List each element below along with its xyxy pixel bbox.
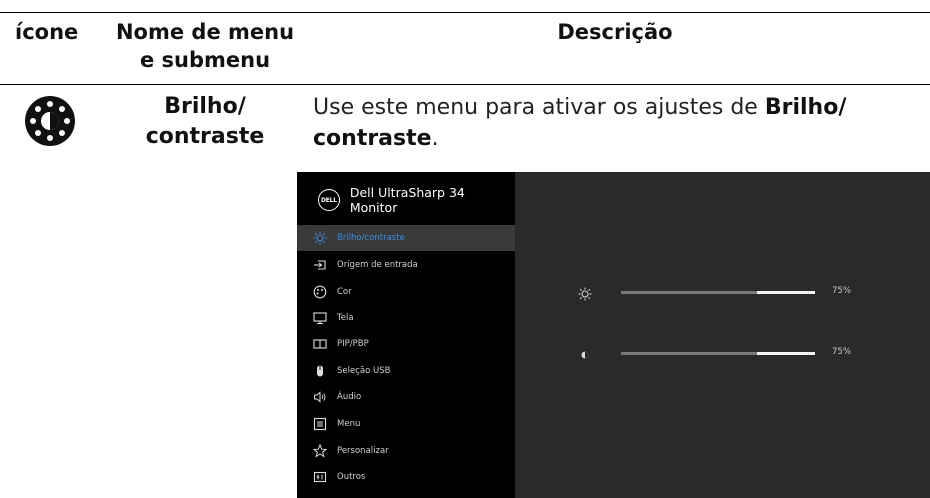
contrast-slider-fill: [756, 352, 815, 355]
header-name-line2: e submenu: [139, 48, 271, 72]
input-source-icon: [313, 258, 327, 272]
osd-sidebar: DELL Dell UltraSharp 34 Monitor Brilho/c…: [297, 172, 515, 498]
contrast-slider-row[interactable]: 75%: [515, 344, 930, 364]
osd-menu-item-pip-pbp[interactable]: PIP/PBP: [297, 331, 515, 357]
sun-icon: [578, 286, 592, 301]
table-header-rule: [0, 84, 930, 85]
osd-screenshot: DELL Dell UltraSharp 34 Monitor Brilho/c…: [297, 172, 930, 498]
brightness-slider-row[interactable]: 75%: [515, 283, 930, 303]
header-name-column: Nome de menu e submenu: [115, 18, 295, 74]
usb-mouse-icon: [313, 364, 327, 378]
osd-main-panel: 75% 75%: [515, 172, 930, 498]
osd-menu-label: Menu: [337, 419, 361, 429]
osd-menu-label: PIP/PBP: [337, 339, 369, 349]
header-description-column: Descrição: [557, 20, 673, 44]
brightness-contrast-icon: [24, 95, 76, 147]
star-icon: [313, 444, 327, 458]
osd-menu-item-color[interactable]: Cor: [297, 279, 515, 305]
brightness-slider-fill: [756, 291, 815, 294]
table-top-rule: [0, 12, 930, 13]
osd-menu-label: Personalizar: [337, 446, 389, 456]
header-icon-column: ícone: [15, 20, 79, 44]
header-name-line1: Nome de menu: [115, 20, 295, 44]
osd-menu-label: Áudio: [337, 392, 362, 402]
osd-menu-item-input-source[interactable]: Origem de entrada: [297, 252, 515, 278]
description-text: Use este menu para ativar os ajustes de: [313, 95, 765, 120]
osd-menu-label: Outros: [337, 472, 366, 482]
osd-title-bar: DELL Dell UltraSharp 34 Monitor: [297, 172, 515, 228]
sun-icon: [313, 231, 327, 245]
contrast-icon: [578, 347, 592, 361]
menu-name-line1: Brilho/: [164, 94, 246, 119]
menu-description: Use este menu para ativar os ajustes de …: [313, 92, 913, 154]
osd-menu-label: Seleção USB: [337, 366, 391, 376]
osd-menu-item-others[interactable]: Outros: [297, 464, 515, 490]
osd-menu-label: Cor: [337, 287, 352, 297]
contrast-slider[interactable]: [621, 352, 815, 355]
description-end: .: [431, 126, 439, 151]
osd-menu-label: Tela: [337, 313, 354, 323]
pip-icon: [313, 337, 327, 351]
osd-menu-item-display[interactable]: Tela: [297, 305, 515, 331]
menu-name-line2: contraste: [145, 124, 265, 149]
osd-title: Dell UltraSharp 34 Monitor: [349, 185, 465, 215]
menu-list-icon: [313, 417, 327, 431]
menu-name: Brilho/ contraste: [120, 92, 290, 152]
contrast-value: 75%: [832, 347, 851, 357]
osd-menu-label: Origem de entrada: [337, 260, 418, 270]
display-icon: [313, 311, 327, 325]
others-icon: [313, 470, 327, 484]
color-palette-icon: [313, 285, 327, 299]
osd-menu-item-brightness-contrast[interactable]: Brilho/contraste: [297, 225, 515, 251]
brightness-value: 75%: [832, 286, 851, 296]
speaker-icon: [313, 390, 327, 404]
osd-menu-item-usb[interactable]: Seleção USB: [297, 358, 515, 384]
osd-menu-item-audio[interactable]: Áudio: [297, 384, 515, 410]
osd-menu-item-personalize[interactable]: Personalizar: [297, 438, 515, 464]
osd-menu-label: Brilho/contraste: [337, 233, 405, 243]
osd-menu-item-menu[interactable]: Menu: [297, 411, 515, 437]
brightness-slider[interactable]: [621, 291, 815, 294]
dell-logo: DELL: [318, 189, 340, 211]
